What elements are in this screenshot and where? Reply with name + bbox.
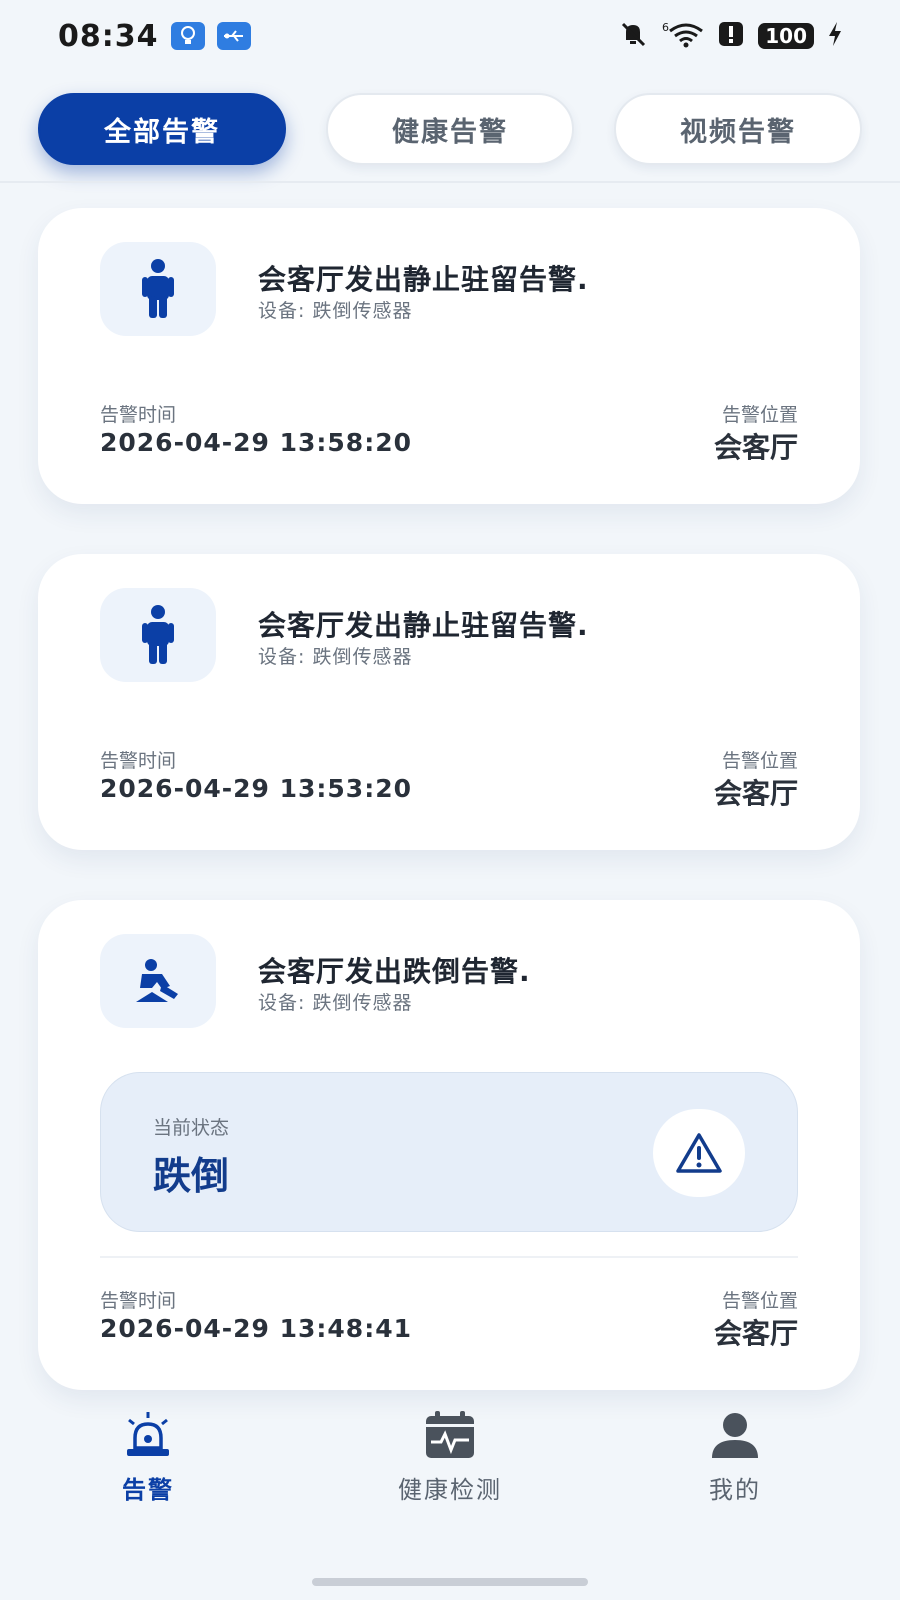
alert-tabs: 全部告警 健康告警 视频告警: [0, 93, 900, 167]
mute-icon: [618, 19, 648, 53]
card-divider: [100, 1256, 798, 1258]
state-value: 跌倒: [153, 1154, 230, 1198]
nav-item-alerts[interactable]: 告警: [48, 1410, 248, 1505]
state-label: 当前状态: [153, 1117, 230, 1139]
wifi-icon: 6: [662, 19, 704, 53]
svg-text:6: 6: [662, 21, 669, 34]
nav-label-alerts: 告警: [122, 1476, 174, 1504]
alert-time-label: 告警时间: [100, 750, 177, 772]
alert-time-label: 告警时间: [100, 1290, 177, 1312]
tab-video-alerts[interactable]: 视频告警: [614, 93, 862, 165]
alert-time: 2026-04-29 13:58:20: [100, 428, 412, 457]
alert-device: 设备: 跌倒传感器: [258, 300, 413, 322]
tabs-divider: [0, 181, 900, 183]
alert-location: 会客厅: [713, 1317, 798, 1350]
alert-card[interactable]: 会客厅发出静止驻留告警. 设备: 跌倒传感器 告警时间 2026-04-29 1…: [38, 554, 860, 850]
home-indicator[interactable]: [312, 1578, 588, 1586]
alert-location-label: 告警位置: [721, 1290, 798, 1312]
user-icon: [708, 1410, 762, 1464]
current-state-panel: 当前状态 跌倒: [100, 1072, 798, 1232]
alert-location: 会客厅: [713, 777, 798, 810]
alert-location: 会客厅: [713, 431, 798, 464]
status-bar: 08:34 6 100: [0, 0, 900, 72]
alert-device: 设备: 跌倒传感器: [258, 646, 413, 668]
tab-health-alerts[interactable]: 健康告警: [326, 93, 574, 165]
charging-icon: [828, 21, 842, 51]
nav-item-profile[interactable]: 我的: [635, 1410, 835, 1505]
health-calendar-icon: [423, 1410, 477, 1464]
usb-icon: [216, 22, 251, 50]
nav-label-profile: 我的: [709, 1476, 761, 1504]
nav-item-health[interactable]: 健康检测: [350, 1410, 550, 1505]
alert-title: 会客厅发出静止驻留告警.: [258, 609, 589, 642]
warning-triangle-icon: [653, 1109, 745, 1197]
standing-person-icon: [100, 242, 216, 336]
bulb-icon: [170, 22, 205, 50]
alert-device: 设备: 跌倒传感器: [258, 992, 413, 1014]
alert-location-label: 告警位置: [721, 750, 798, 772]
nav-label-health: 健康检测: [398, 1476, 502, 1504]
bottom-nav: 告警 健康检测 我的: [0, 1410, 900, 1540]
battery-level: 100: [758, 23, 814, 49]
alert-location-label: 告警位置: [721, 404, 798, 426]
alert-time: 2026-04-29 13:53:20: [100, 774, 412, 803]
tab-all-alerts[interactable]: 全部告警: [38, 93, 286, 165]
alarm-light-icon: [121, 1410, 175, 1464]
alert-time-label: 告警时间: [100, 404, 177, 426]
alert-time: 2026-04-29 13:48:41: [100, 1314, 412, 1343]
alert-title: 会客厅发出跌倒告警.: [258, 955, 531, 988]
fall-person-icon: [100, 934, 216, 1028]
alert-title: 会客厅发出静止驻留告警.: [258, 263, 589, 296]
alert-icon: [718, 21, 744, 51]
alert-card[interactable]: 会客厅发出跌倒告警. 设备: 跌倒传感器 当前状态 跌倒 告警时间 2026-0…: [38, 900, 860, 1390]
standing-person-icon: [100, 588, 216, 682]
alert-card[interactable]: 会客厅发出静止驻留告警. 设备: 跌倒传感器 告警时间 2026-04-29 1…: [38, 208, 860, 504]
status-time: 08:34: [58, 18, 159, 54]
